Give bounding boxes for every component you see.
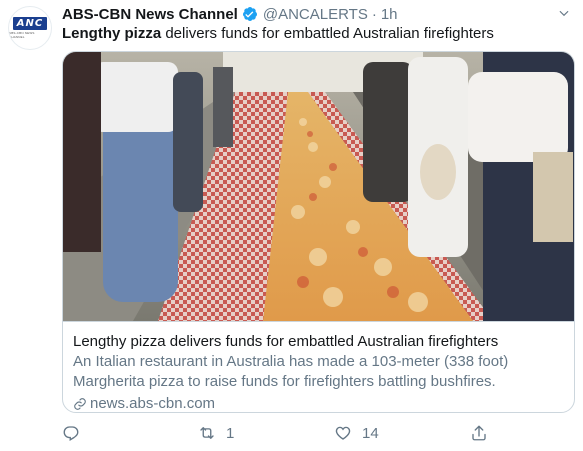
pizza-photo xyxy=(63,52,574,321)
reply-icon xyxy=(63,426,79,441)
retweet-count: 1 xyxy=(226,424,235,442)
card-domain-text: news.abs-cbn.com xyxy=(90,395,216,412)
tweet-text: Lengthy pizza delivers funds for embattl… xyxy=(62,24,494,44)
author-name[interactable]: ABS-CBN News Channel xyxy=(62,6,238,23)
card-body[interactable]: Lengthy pizza delivers funds for embattl… xyxy=(63,321,574,412)
chevron-down-icon[interactable] xyxy=(557,6,571,20)
retweet-icon xyxy=(200,427,214,439)
author-handle[interactable]: @ANCALERTS xyxy=(263,6,368,23)
retweet-button[interactable]: 1 xyxy=(198,424,234,442)
share-button[interactable] xyxy=(470,424,488,442)
share-icon xyxy=(472,425,486,441)
tweet-text-bold: Lengthy pizza xyxy=(62,25,162,42)
like-count: 14 xyxy=(362,424,379,442)
tweet-timestamp[interactable]: 1h xyxy=(381,6,398,23)
link-icon xyxy=(73,397,87,411)
avatar-logo: ANC xyxy=(12,17,48,30)
avatar-subtext: ABS-CBN NEWS CHANNEL xyxy=(9,31,35,39)
like-icon xyxy=(335,426,351,440)
tweet-header: ABS-CBN News Channel @ANCALERTS · 1h xyxy=(62,4,398,24)
separator-dot: · xyxy=(371,5,377,23)
reply-button[interactable] xyxy=(62,424,90,442)
card-description: An Italian restaurant in Australia has m… xyxy=(73,353,509,390)
link-card[interactable]: Lengthy pizza delivers funds for embattl… xyxy=(62,51,575,413)
like-button[interactable]: 14 xyxy=(334,424,379,442)
card-domain[interactable]: news.abs-cbn.com xyxy=(73,394,566,412)
card-title: Lengthy pizza delivers funds for embattl… xyxy=(73,333,499,350)
card-image[interactable] xyxy=(63,52,574,321)
action-bar: 1 14 xyxy=(62,424,575,444)
verified-badge-icon xyxy=(242,6,258,22)
avatar[interactable]: ANC ABS-CBN NEWS CHANNEL xyxy=(8,6,52,50)
tweet-text-rest: delivers funds for embattled Australian … xyxy=(161,25,494,42)
